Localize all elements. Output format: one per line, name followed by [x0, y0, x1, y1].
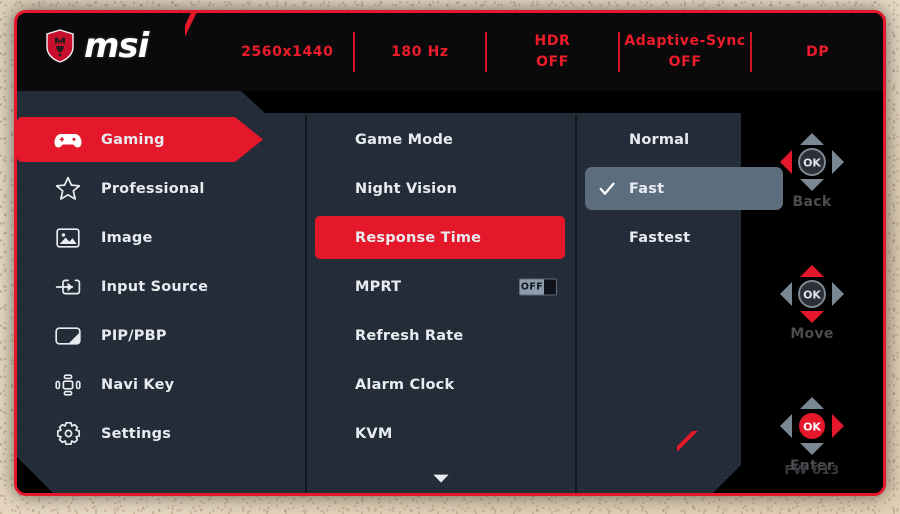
mprt-toggle[interactable]: OFF: [519, 278, 557, 295]
option-item-label: Normal: [629, 131, 690, 148]
sidebar-item-settings[interactable]: Settings: [17, 409, 305, 458]
nav-widget-caption: Move: [790, 326, 834, 342]
monitor-osd-window: msi 2560x1440 180 Hz HDR OFF Adaptive-Sy…: [14, 10, 886, 496]
svg-text:OK: OK: [803, 421, 821, 434]
pip-pbp-icon: [53, 323, 83, 349]
check-icon: [599, 181, 615, 197]
dpad-move-icon: OK: [780, 265, 844, 323]
navigation-rail: OK Back OK Move OK Enter FW 013: [741, 91, 883, 493]
firmware-version: FW 013: [784, 462, 840, 477]
option-item-fastest[interactable]: Fastest: [577, 213, 747, 262]
submenu-item-game-mode[interactable]: Game Mode: [307, 115, 575, 164]
sidebar-item-label: Professional: [101, 180, 205, 197]
status-adaptive-sync-value: OFF: [668, 54, 702, 70]
dpad-back-icon: OK: [780, 133, 844, 191]
submenu-item-refresh-rate[interactable]: Refresh Rate: [307, 311, 575, 360]
submenu-item-label: Night Vision: [355, 180, 458, 197]
status-hdr-label: HDR: [534, 33, 571, 49]
msi-brand-logo: msi: [45, 26, 149, 66]
submenu-item-label: Game Mode: [355, 131, 454, 148]
option-item-label: Fast: [629, 180, 665, 197]
chevron-down-icon[interactable]: [307, 472, 575, 487]
submenu-item-night-vision[interactable]: Night Vision: [307, 164, 575, 213]
submenu-item-label: Alarm Clock: [355, 376, 455, 393]
status-hdr-value: OFF: [536, 54, 569, 70]
submenu-item-label: KVM: [355, 425, 393, 442]
sidebar-item-image[interactable]: Image: [17, 213, 305, 262]
submenu-item-alarm-clock[interactable]: Alarm Clock: [307, 360, 575, 409]
dpad-enter-icon: OK: [780, 397, 844, 455]
options-column: Normal Fast Fastest: [577, 115, 783, 493]
status-input-source: DP: [806, 43, 830, 60]
sidebar-item-gaming[interactable]: Gaming: [17, 115, 305, 164]
osd-header: msi 2560x1440 180 Hz HDR OFF Adaptive-Sy…: [17, 13, 883, 91]
sidebar-item-label: Gaming: [101, 131, 165, 148]
input-arrow-icon: [53, 274, 83, 300]
msi-wordmark: msi: [84, 26, 149, 66]
submenu-item-label: MPRT: [355, 278, 402, 295]
status-hdr: HDR OFF: [487, 31, 618, 73]
navi-key-icon: [53, 372, 83, 398]
picture-icon: [53, 225, 83, 251]
svg-text:OK: OK: [803, 289, 821, 302]
gamepad-icon: [53, 127, 83, 153]
submenu-item-label: Refresh Rate: [355, 327, 464, 344]
submenu-column: Game Mode Night Vision Response Time MPR…: [307, 115, 575, 493]
sidebar-item-input-source[interactable]: Input Source: [17, 262, 305, 311]
status-resolution: 2560x1440: [241, 43, 334, 60]
option-item-label: Fastest: [629, 229, 691, 246]
sidebar-item-navi-key[interactable]: Navi Key: [17, 360, 305, 409]
nav-widget-move[interactable]: OK Move: [741, 263, 883, 342]
header-status-strip: 2560x1440 180 Hz HDR OFF Adaptive-Sync O…: [222, 13, 883, 91]
sidebar-item-label: Input Source: [101, 278, 209, 295]
screenshot-stage: msi 2560x1440 180 Hz HDR OFF Adaptive-Sy…: [0, 0, 900, 514]
option-item-fast[interactable]: Fast: [577, 164, 783, 213]
status-adaptive-sync: Adaptive-Sync OFF: [620, 31, 751, 73]
sidebar-item-label: Navi Key: [101, 376, 175, 393]
status-adaptive-sync-label: Adaptive-Sync: [624, 33, 746, 49]
option-item-normal[interactable]: Normal: [577, 115, 747, 164]
msi-dragon-shield-icon: [45, 29, 75, 63]
sidebar-item-label: PIP/PBP: [101, 327, 167, 344]
submenu-item-mprt[interactable]: MPRT OFF: [307, 262, 575, 311]
star-icon: [53, 176, 83, 202]
status-refresh-rate: 180 Hz: [391, 43, 449, 60]
submenu-item-kvm[interactable]: KVM: [307, 409, 575, 458]
gear-icon: [53, 421, 83, 447]
submenu-item-response-time[interactable]: Response Time: [307, 213, 575, 262]
sidebar-item-label: Settings: [101, 425, 172, 442]
sidebar-item-pip-pbp[interactable]: PIP/PBP: [17, 311, 305, 360]
submenu-item-label: Response Time: [355, 229, 482, 246]
sidebar-item-label: Image: [101, 229, 153, 246]
mprt-toggle-knob: [544, 279, 556, 294]
sidebar-item-professional[interactable]: Professional: [17, 164, 305, 213]
osd-body: Gaming Professional Image Input Source P…: [17, 91, 883, 493]
svg-text:OK: OK: [803, 157, 821, 170]
mprt-toggle-state: OFF: [520, 281, 544, 292]
sidebar-menu: Gaming Professional Image Input Source P…: [17, 115, 305, 493]
